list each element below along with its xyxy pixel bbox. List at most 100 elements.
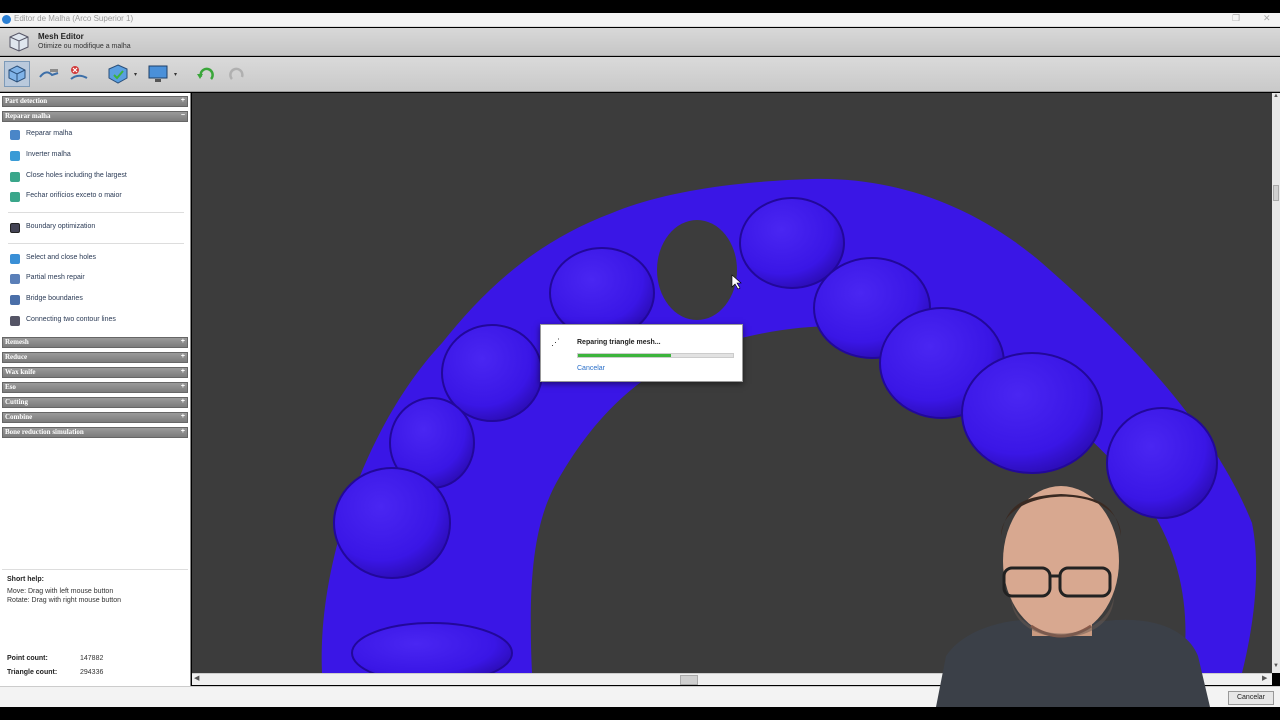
section-cutting[interactable]: Cutting +: [2, 397, 188, 408]
toolbar: ▾ ▾: [0, 57, 1280, 92]
display-button[interactable]: [145, 61, 171, 87]
section-label: Remesh: [5, 338, 29, 346]
screen-frame: Editor de Malha (Arco Superior 1) ❐ ✕ Me…: [0, 0, 1280, 720]
vertical-scrollbar[interactable]: ▲ ▼: [1272, 93, 1280, 673]
section-label: Bone reduction simulation: [5, 428, 84, 436]
cube-select-icon: [8, 65, 26, 83]
module-header: Mesh Editor Otimize ou modifique a malha: [0, 28, 1280, 56]
section-eso[interactable]: Eso +: [2, 382, 188, 393]
section-label: Combine: [5, 413, 33, 421]
smooth-brush-icon: [39, 69, 59, 78]
partial-repair-icon: [10, 274, 20, 284]
window-title: Editor de Malha (Arco Superior 1): [14, 14, 134, 23]
section-reparar-malha[interactable]: Reparar malha −: [2, 111, 188, 122]
scroll-thumb[interactable]: [680, 675, 698, 685]
close-holes-icon: [10, 172, 20, 182]
sidebar-item-inverter-malha[interactable]: Inverter malha: [8, 149, 186, 163]
expand-icon[interactable]: +: [181, 413, 185, 420]
divider: [2, 569, 188, 570]
mesh-cube-icon: [9, 32, 29, 52]
smooth-tool-button[interactable]: [36, 61, 62, 87]
bridge-icon: [10, 295, 20, 305]
scroll-left-icon[interactable]: ◀: [194, 674, 199, 682]
help-line-rotate: Rotate: Drag with right mouse button: [7, 597, 122, 604]
expand-icon[interactable]: +: [181, 338, 185, 345]
section-wax-knife[interactable]: Wax knife +: [2, 367, 188, 378]
section-label: Part detection: [5, 97, 48, 105]
view-shield-button[interactable]: [105, 61, 131, 87]
point-count-value: 147882: [80, 655, 104, 662]
sidebar-item-label: Bridge boundaries: [26, 295, 83, 302]
sidebar-item-close-holes[interactable]: Close holes including the largest: [8, 170, 186, 184]
sidebar-item-partial-mesh-repair[interactable]: Partial mesh repair: [8, 272, 186, 286]
undo-button[interactable]: [193, 61, 219, 87]
restore-icon[interactable]: ❐: [1232, 13, 1240, 24]
close-icon[interactable]: ✕: [1263, 13, 1271, 24]
divider: [8, 212, 184, 213]
sidebar-item-fechar-orificios[interactable]: Fechar orifícios exceto o maior: [8, 190, 186, 204]
module-subtitle: Otimize ou modifique a malha: [38, 43, 131, 50]
redo-button[interactable]: [224, 61, 250, 87]
undo-icon: [197, 67, 214, 80]
scroll-thumb[interactable]: [1273, 185, 1279, 201]
help-line-move: Move: Drag with left mouse button: [7, 588, 114, 595]
status-cancel-button[interactable]: Cancelar: [1228, 691, 1274, 705]
sidebar-item-label: Inverter malha: [26, 151, 71, 158]
section-label: Wax knife: [5, 368, 36, 376]
window-title-bar: Editor de Malha (Arco Superior 1) ❐ ✕: [0, 13, 1280, 27]
section-bone-reduction[interactable]: Bone reduction simulation +: [2, 427, 188, 438]
section-label: Reduce: [5, 353, 28, 361]
sidebar-item-reparar-malha[interactable]: Reparar malha: [8, 128, 186, 142]
webcam-overlay: [936, 476, 1210, 707]
scroll-down-icon[interactable]: ▼: [1272, 663, 1280, 669]
remove-tool-button[interactable]: [66, 61, 92, 87]
section-label: Reparar malha: [5, 112, 51, 120]
progress-message: Reparing triangle mesh...: [577, 339, 661, 346]
close-holes-except-icon: [10, 192, 20, 202]
mesh-hole: [657, 220, 737, 320]
expand-icon[interactable]: +: [181, 428, 185, 435]
sidebar-item-label: Partial mesh repair: [26, 274, 85, 281]
expand-icon[interactable]: +: [181, 383, 185, 390]
sidebar-item-label: Reparar malha: [26, 130, 73, 137]
expand-icon[interactable]: +: [181, 398, 185, 405]
section-part-detection[interactable]: Part detection +: [2, 96, 188, 107]
sidebar-item-select-close-holes[interactable]: Select and close holes: [8, 252, 186, 266]
dialog-cancel-link[interactable]: Cancelar: [577, 365, 605, 372]
monitor-icon: [148, 65, 168, 82]
expand-icon[interactable]: +: [181, 97, 185, 104]
invert-mesh-icon: [10, 151, 20, 161]
expand-icon[interactable]: +: [181, 353, 185, 360]
contour-icon: [10, 316, 20, 326]
section-label: Cutting: [5, 398, 28, 406]
sidebar-item-label: Close holes including the largest: [26, 172, 127, 179]
expand-icon[interactable]: +: [181, 368, 185, 375]
sidebar-item-boundary-optimization[interactable]: Boundary optimization: [8, 221, 186, 235]
shield-cube-icon: [108, 64, 128, 84]
triangle-count-label: Triangle count:: [7, 669, 58, 676]
section-remesh[interactable]: Remesh +: [2, 337, 188, 348]
sidebar-item-label: Select and close holes: [26, 254, 97, 261]
presenter-video: [936, 486, 1210, 707]
section-reduce[interactable]: Reduce +: [2, 352, 188, 363]
sidebar-item-label: Boundary optimization: [26, 223, 96, 230]
select-holes-icon: [10, 254, 20, 264]
repair-mesh-icon: [10, 130, 20, 140]
scroll-up-icon[interactable]: ▲: [1272, 93, 1280, 99]
triangle-count-value: 294336: [80, 669, 104, 676]
collapse-icon[interactable]: −: [181, 112, 185, 119]
sidebar-item-bridge-boundaries[interactable]: Bridge boundaries: [8, 293, 186, 307]
view-dropdown-icon[interactable]: ▾: [134, 71, 137, 78]
select-tool-button[interactable]: [4, 61, 30, 87]
progress-dialog: ⋰ Reparing triangle mesh... Cancelar: [540, 324, 743, 382]
remove-icon: [70, 66, 88, 80]
sidebar-item-label: Connecting two contour lines: [26, 316, 116, 323]
loading-spinner-icon: ⋰: [551, 337, 560, 347]
progress-track: [577, 353, 734, 358]
display-dropdown-icon[interactable]: ▾: [174, 71, 177, 78]
boundary-icon: [10, 223, 20, 233]
sidebar-panel: Part detection + Reparar malha − Reparar…: [0, 93, 191, 686]
section-combine[interactable]: Combine +: [2, 412, 188, 423]
scroll-right-icon[interactable]: ▶: [1262, 674, 1267, 682]
sidebar-item-connecting-contours[interactable]: Connecting two contour lines: [8, 314, 186, 328]
